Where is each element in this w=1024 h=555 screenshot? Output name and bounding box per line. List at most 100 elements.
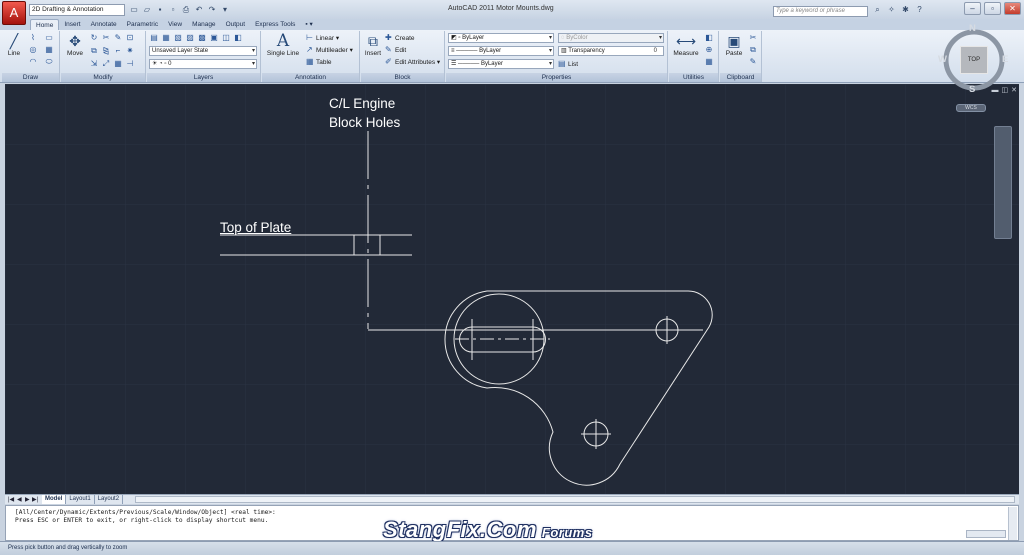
viewport-close-icon[interactable]: ✕ xyxy=(1011,87,1017,94)
polyline-icon[interactable]: ⌇ xyxy=(28,33,38,43)
linetype-dropdown[interactable]: ≡ ───── ByLayer ▾ xyxy=(448,46,554,56)
minimize-icon[interactable]: – xyxy=(964,2,981,15)
transparency-field[interactable]: ▥ Transparency 0 xyxy=(558,46,664,56)
join-icon[interactable]: ⊣ xyxy=(125,59,135,69)
arc-icon[interactable]: ◠ xyxy=(28,57,38,67)
star-icon[interactable]: ✧ xyxy=(887,5,896,14)
modify-panel-label[interactable]: Modify xyxy=(61,73,145,82)
properties-panel-label[interactable]: Properties xyxy=(446,73,667,82)
close-icon[interactable]: ✕ xyxy=(1004,2,1021,15)
offset-icon[interactable]: ⊡ xyxy=(125,33,135,43)
circle-icon[interactable]: ◎ xyxy=(28,45,38,55)
draw-panel-label[interactable]: Draw xyxy=(2,73,59,82)
cut-icon[interactable]: ✂ xyxy=(748,33,758,43)
new-icon[interactable]: ▭ xyxy=(129,4,139,15)
layer-icon-8[interactable]: ◧ xyxy=(233,33,243,43)
tab-view[interactable]: View xyxy=(163,19,187,30)
copy-icon[interactable]: ⧉ xyxy=(748,45,758,55)
tab-insert[interactable]: Insert xyxy=(59,19,85,30)
tab-manage[interactable]: Manage xyxy=(187,19,221,30)
layer-icon-7[interactable]: ◫ xyxy=(221,33,231,43)
list-button[interactable]: ▤ List xyxy=(558,59,578,70)
prev-layout-icon[interactable]: ◀ xyxy=(17,496,22,504)
trim-icon[interactable]: ✂ xyxy=(101,33,111,43)
viewcube[interactable]: N S E W TOP xyxy=(938,23,1010,96)
quick-select-icon[interactable]: ◧ xyxy=(704,33,714,43)
viewcube-top-face[interactable]: TOP xyxy=(960,46,988,74)
move-button[interactable]: ✥ Move xyxy=(64,33,86,57)
erase-icon[interactable]: ✎ xyxy=(113,33,123,43)
save-icon[interactable]: ▪ xyxy=(155,4,165,15)
layer-icon-5[interactable]: ▩ xyxy=(197,33,207,43)
block-panel-label[interactable]: Block xyxy=(361,73,444,82)
help-icon[interactable]: ? xyxy=(915,5,924,14)
navigation-bar[interactable] xyxy=(994,126,1012,239)
compass-north[interactable]: N xyxy=(969,23,976,34)
line-button[interactable]: ╱ Line xyxy=(5,33,23,57)
next-layout-icon[interactable]: ▶ xyxy=(25,496,30,504)
color-dropdown[interactable]: ◩ ▫ ByLayer ▾ xyxy=(448,33,554,43)
linear-dimension-button[interactable]: ⊢ Linear ▾ xyxy=(306,33,339,44)
tab-parametric[interactable]: Parametric xyxy=(122,19,163,30)
undo-icon[interactable]: ↶ xyxy=(194,4,204,15)
ribbon-minimize-icon[interactable]: ▪ ▾ xyxy=(300,19,317,30)
layer-icon-4[interactable]: ▨ xyxy=(185,33,195,43)
insert-block-button[interactable]: ⧉ Insert xyxy=(363,33,383,57)
layer-icon-3[interactable]: ▧ xyxy=(173,33,183,43)
saveas-icon[interactable]: ▫ xyxy=(168,4,178,15)
current-layer-dropdown[interactable]: ☀ ◔ ▫ 0 ▾ xyxy=(149,59,257,69)
measure-button[interactable]: ⟷ Measure xyxy=(671,33,701,57)
utilities-panel-label[interactable]: Utilities xyxy=(669,73,718,82)
tab-home[interactable]: Home xyxy=(30,19,60,30)
layout-tab-model[interactable]: Model xyxy=(42,495,67,504)
ellipse-icon[interactable]: ⬭ xyxy=(44,57,54,67)
horizontal-scrollbar[interactable] xyxy=(135,496,1015,503)
clipboard-panel-label[interactable]: Clipboard xyxy=(720,73,761,82)
mirror-icon[interactable]: ⧎ xyxy=(101,46,111,56)
tab-express-tools[interactable]: Express Tools xyxy=(250,19,300,30)
plot-icon[interactable]: ⎙ xyxy=(181,4,191,15)
last-layout-icon[interactable]: ▶| xyxy=(32,496,38,504)
compass-west[interactable]: W xyxy=(938,54,947,65)
table-button[interactable]: ▦ Table xyxy=(306,57,332,68)
redo-icon[interactable]: ↷ xyxy=(207,4,217,15)
layout-tab-layout1[interactable]: Layout1 xyxy=(66,495,95,504)
layers-panel-label[interactable]: Layers xyxy=(147,73,260,82)
scale-icon[interactable]: ⤢ xyxy=(101,59,111,69)
tab-annotate[interactable]: Annotate xyxy=(86,19,122,30)
command-scrollbar-vertical[interactable] xyxy=(1008,507,1017,540)
id-point-icon[interactable]: ⊕ xyxy=(704,45,714,55)
single-line-text-button[interactable]: A Single Line xyxy=(265,33,301,58)
array-icon[interactable]: ▦ xyxy=(113,59,123,69)
application-menu-button[interactable]: A xyxy=(2,1,26,25)
workspace-dropdown[interactable]: 2D Drafting & Annotation xyxy=(29,4,125,16)
dropdown-icon[interactable]: ▾ xyxy=(220,4,230,15)
explode-icon[interactable]: ✷ xyxy=(125,46,135,56)
stretch-icon[interactable]: ⇲ xyxy=(89,59,99,69)
edit-block-button[interactable]: ✎ Edit xyxy=(385,45,406,56)
paste-button[interactable]: ▣ Paste xyxy=(722,33,746,57)
edit-attributes-button[interactable]: ✐ Edit Attributes ▾ xyxy=(385,57,440,68)
command-scrollbar-horizontal[interactable] xyxy=(966,530,1006,538)
match-properties-icon[interactable]: ✎ xyxy=(748,57,758,67)
compass-south[interactable]: S xyxy=(969,84,975,95)
layer-icon-2[interactable]: ▦ xyxy=(161,33,171,43)
copy-icon[interactable]: ⧉ xyxy=(89,46,99,56)
layer-state-dropdown[interactable]: Unsaved Layer State ▾ xyxy=(149,46,257,56)
create-block-button[interactable]: ✚ Create xyxy=(385,33,415,44)
annotation-panel-label[interactable]: Annotation xyxy=(262,73,359,82)
layer-properties-icon[interactable]: ▤ xyxy=(149,33,159,43)
layout-tab-layout2[interactable]: Layout2 xyxy=(95,495,124,504)
hatch-icon[interactable]: ▦ xyxy=(44,45,54,55)
restore-icon[interactable]: ▫ xyxy=(984,2,1001,15)
rectangle-icon[interactable]: ▭ xyxy=(44,33,54,43)
binoculars-icon[interactable]: ⌕ xyxy=(873,5,882,14)
fillet-icon[interactable]: ⌐ xyxy=(113,46,123,56)
layer-icon-6[interactable]: ▣ xyxy=(209,33,219,43)
help-search-input[interactable]: Type a keyword or phrase xyxy=(773,6,868,17)
exchange-icon[interactable]: ✱ xyxy=(901,5,910,14)
first-layout-icon[interactable]: |◀ xyxy=(8,496,14,504)
open-icon[interactable]: ▱ xyxy=(142,4,152,15)
compass-east[interactable]: E xyxy=(1002,54,1008,65)
multileader-button[interactable]: ↗ Multileader ▾ xyxy=(306,45,353,56)
